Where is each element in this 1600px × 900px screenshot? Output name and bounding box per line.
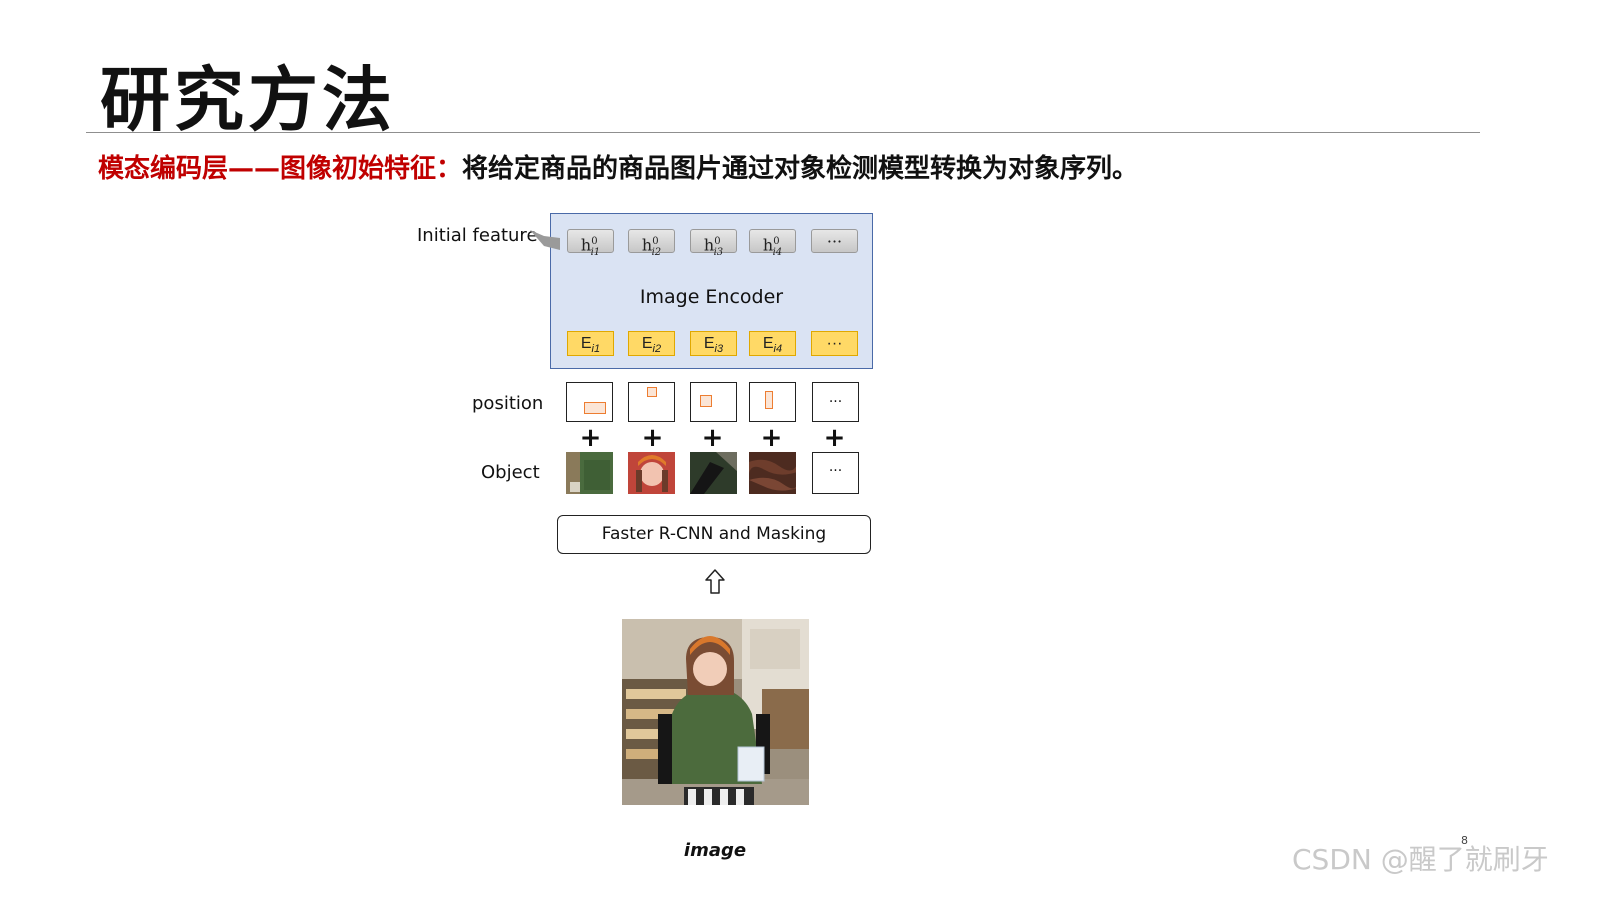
e-token-2: Ei2: [628, 331, 675, 356]
e-token-1: Ei1: [567, 331, 614, 356]
h-token-1: h0i1: [567, 229, 614, 258]
plus-sign: +: [760, 423, 783, 453]
h-token-4: h0i4: [749, 229, 796, 258]
initial-feature-pointer-icon: [530, 230, 560, 250]
object-crop-1: [566, 452, 613, 494]
object-crop-2: [628, 452, 675, 494]
title-divider: [86, 132, 1480, 133]
plus-sign: +: [701, 423, 724, 453]
watermark: CSDN @醒了就刷牙: [1292, 843, 1549, 876]
position-box-4: [749, 382, 796, 422]
position-box-3: [690, 382, 737, 422]
plus-sign: +: [641, 423, 664, 453]
h-token-3: h0i3: [690, 229, 737, 258]
image-encoder-label: Image Encoder: [639, 286, 784, 308]
position-label: position: [472, 393, 544, 414]
object-crop-3: [690, 452, 737, 494]
image-caption: image: [683, 840, 747, 861]
subtitle-heading: 模态编码层——图像初始特征：: [98, 154, 463, 184]
e-token-4: Ei4: [749, 331, 796, 356]
position-box-more: ···: [812, 382, 859, 422]
detector-box: Faster R-CNN and Masking: [557, 515, 871, 554]
plus-sign: +: [823, 423, 846, 453]
e-token-3: Ei3: [690, 331, 737, 356]
initial-feature-label: Initial feature: [417, 225, 538, 246]
product-photo: [622, 619, 809, 805]
object-crop-4: [749, 452, 796, 494]
slide-subtitle: 模态编码层——图像初始特征：将给定商品的商品图片通过对象检测模型转换为对象序列。: [98, 148, 1138, 185]
subtitle-description: 将给定商品的商品图片通过对象检测模型转换为对象序列。: [462, 154, 1139, 184]
h-token-more: ···: [811, 229, 858, 253]
up-arrow-icon: [705, 569, 725, 594]
slide-title: 研究方法: [100, 59, 396, 141]
position-box-1: [566, 382, 613, 422]
h-token-2: h0i2: [628, 229, 675, 258]
object-label: Object: [481, 462, 540, 483]
object-crop-more: ···: [812, 452, 859, 494]
position-box-2: [628, 382, 675, 422]
plus-sign: +: [579, 423, 602, 453]
page-number: 8: [1461, 834, 1468, 847]
e-token-more: ···: [811, 331, 858, 356]
